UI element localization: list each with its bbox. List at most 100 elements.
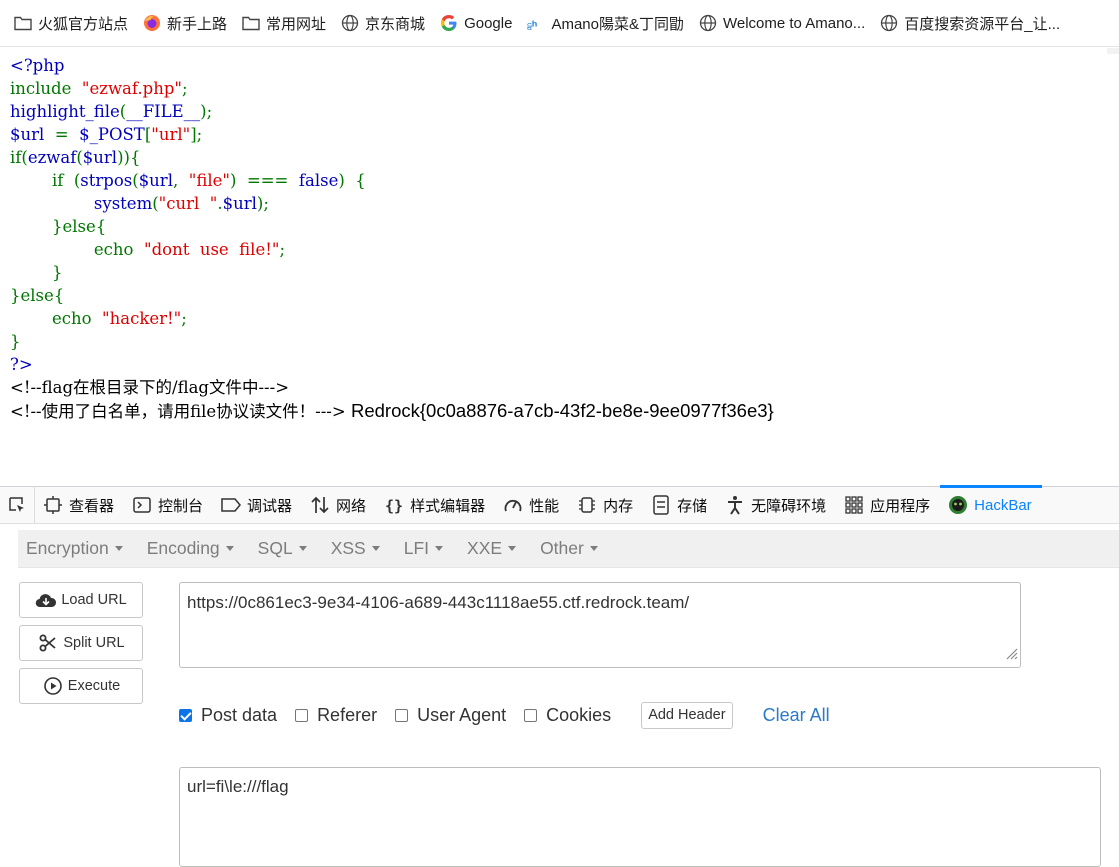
- split-url-button[interactable]: Split URL: [19, 625, 143, 661]
- accessibility-icon: [725, 495, 745, 515]
- menu-xss[interactable]: XSS: [331, 538, 380, 559]
- tab-performance[interactable]: 性能: [495, 486, 569, 524]
- code-token: }else{: [51, 217, 107, 236]
- bookmark-item[interactable]: 新手上路: [143, 13, 227, 34]
- checkbox-icon[interactable]: [524, 708, 538, 722]
- console-icon: [132, 495, 152, 515]
- post-data-checkbox[interactable]: Post data: [179, 705, 277, 726]
- tab-label: 性能: [529, 497, 560, 515]
- tab-label: 内存: [603, 497, 634, 515]
- code-token: }: [10, 332, 21, 351]
- execute-button[interactable]: Execute: [19, 668, 143, 704]
- tab-storage[interactable]: 存储: [643, 486, 717, 524]
- bookmark-label: 百度搜索资源平台_让...: [904, 15, 1061, 33]
- menu-encryption[interactable]: Encryption: [26, 538, 123, 559]
- post-data-textarea[interactable]: url=fi\le:///flag: [179, 767, 1101, 867]
- resize-handle-icon[interactable]: [1004, 645, 1018, 665]
- menu-sql[interactable]: SQL: [258, 538, 307, 559]
- option-label: User Agent: [417, 704, 507, 725]
- url-textarea[interactable]: https://0c861ec3-9e34-4106-a689-443c1118…: [179, 582, 1021, 668]
- menu-label: Encoding: [146, 538, 220, 558]
- code-token: "file": [188, 171, 230, 190]
- bookmark-item[interactable]: Welcome to Amano...: [699, 14, 865, 32]
- referer-checkbox[interactable]: Referer: [295, 705, 377, 726]
- code-token: "ezwaf.php": [81, 79, 183, 98]
- code-token: "curl ": [158, 194, 218, 213]
- bookmark-label: 火狐官方站点: [38, 15, 129, 33]
- menu-encoding[interactable]: Encoding: [147, 538, 234, 559]
- svg-text:{}: {}: [385, 497, 403, 514]
- bookmark-item[interactable]: Google: [440, 14, 512, 32]
- tab-hackbar[interactable]: HackBar: [940, 485, 1042, 524]
- code-token: )){: [117, 148, 141, 167]
- menu-xxe[interactable]: XXE: [467, 538, 517, 559]
- tab-inspector[interactable]: 查看器: [35, 486, 124, 524]
- svg-text:ဠh: ဠh: [527, 18, 538, 30]
- code-line: }else{: [10, 286, 64, 305]
- tab-label: 控制台: [158, 497, 204, 515]
- google-icon: [440, 14, 458, 32]
- devtools-toolbar: 查看器 控制台 调试器 网络 {} 样式编辑器 性能 内存 存储 无障碍环境 应…: [0, 485, 1119, 524]
- menu-label: Encryption: [26, 538, 109, 558]
- code-token: ===: [246, 171, 289, 190]
- code-token: "dont use file!": [144, 240, 280, 259]
- scissors-icon: [37, 634, 59, 652]
- tab-label: 查看器: [69, 497, 115, 515]
- php-source-code: <?php include "ezwaf.php"; highlight_fil…: [10, 54, 774, 423]
- tab-application[interactable]: 应用程序: [836, 486, 940, 524]
- add-header-button[interactable]: Add Header: [641, 701, 733, 729]
- checkbox-icon[interactable]: [295, 708, 309, 722]
- tab-label: 网络: [336, 497, 367, 515]
- chevron-down-icon: [589, 546, 598, 551]
- chevron-down-icon: [508, 546, 517, 551]
- bookmark-label: 京东商城: [365, 15, 426, 33]
- code-line: include "ezwaf.php";: [10, 79, 188, 98]
- code-token: $url: [222, 194, 257, 213]
- php-close-tag: ?>: [10, 355, 33, 374]
- menu-lfi[interactable]: LFI: [403, 538, 444, 559]
- load-url-button[interactable]: Load URL: [19, 582, 143, 618]
- bookmark-item[interactable]: 火狐官方站点: [14, 13, 128, 34]
- code-token: "url": [151, 125, 191, 144]
- chevron-down-icon: [371, 546, 380, 551]
- bookmark-item[interactable]: ဠh Amano陽菜&丁同勖: [527, 13, 684, 34]
- code-token: $_POST: [79, 125, 145, 144]
- code-token: }: [51, 263, 63, 282]
- checkbox-checked-icon[interactable]: [179, 708, 192, 722]
- bookmark-item[interactable]: 常用网址: [242, 13, 326, 34]
- tab-style-editor[interactable]: {} 样式编辑器: [376, 486, 495, 524]
- network-icon: [310, 495, 330, 515]
- menu-label: LFI: [403, 538, 430, 558]
- user-agent-checkbox[interactable]: User Agent: [395, 705, 506, 726]
- chevron-down-icon: [114, 546, 123, 551]
- chevron-down-icon: [225, 546, 234, 551]
- cookies-checkbox[interactable]: Cookies: [524, 705, 611, 726]
- menu-other[interactable]: Other: [540, 538, 598, 559]
- execute-label: Execute: [67, 678, 121, 694]
- tab-debugger[interactable]: 调试器: [213, 486, 302, 524]
- clear-all-link[interactable]: Clear All: [763, 705, 830, 726]
- folder-icon: [14, 14, 32, 32]
- code-token: ;: [279, 240, 286, 259]
- code-token: ,: [172, 171, 179, 190]
- globe-icon: [880, 14, 898, 32]
- code-token: strpos: [80, 171, 133, 190]
- tab-console[interactable]: 控制台: [124, 486, 213, 524]
- code-token: {: [355, 171, 366, 190]
- code-line: echo "dont use file!";: [10, 240, 285, 259]
- tab-network[interactable]: 网络: [302, 486, 376, 524]
- code-token: $url: [10, 125, 45, 144]
- bookmark-item[interactable]: 百度搜索资源平台_让...: [880, 13, 1060, 34]
- checkbox-icon[interactable]: [395, 708, 409, 722]
- tab-accessibility[interactable]: 无障碍环境: [717, 486, 836, 524]
- url-value: https://0c861ec3-9e34-4106-a689-443c1118…: [187, 593, 690, 612]
- tab-label: 无障碍环境: [751, 497, 827, 515]
- tab-memory[interactable]: 内存: [569, 486, 643, 524]
- cloud-download-icon: [35, 591, 57, 609]
- bookmark-item[interactable]: 京东商城: [341, 13, 425, 34]
- menu-label: XXE: [467, 538, 503, 558]
- bookmarks-overflow-icon[interactable]: [1107, 41, 1119, 59]
- code-token: highlight_file: [10, 102, 120, 121]
- code-token: ): [229, 171, 237, 190]
- element-picker-button[interactable]: [0, 486, 35, 524]
